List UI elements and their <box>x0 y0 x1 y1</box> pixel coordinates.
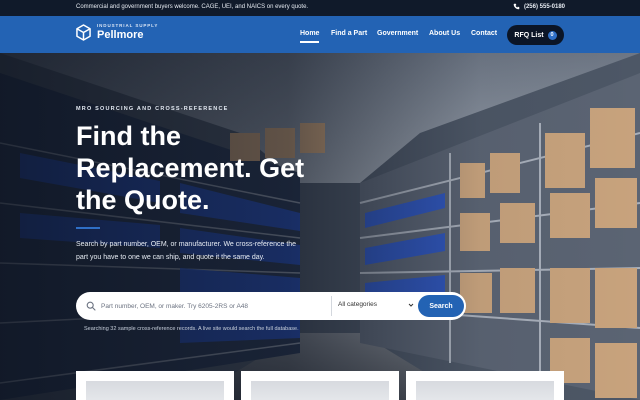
rfq-list-label: RFQ List <box>514 31 544 39</box>
product-card-image <box>416 381 554 400</box>
hero-lead: Search by part number, OEM, or manufactu… <box>76 241 297 261</box>
category-select-value: All categories <box>338 301 378 308</box>
phone-link[interactable]: (256) 555-0180 <box>513 3 565 10</box>
product-card[interactable] <box>76 371 234 400</box>
nav-government[interactable]: Government <box>377 30 418 37</box>
utility-bar: Commercial and government buyers welcome… <box>0 0 640 16</box>
product-card[interactable] <box>406 371 564 400</box>
category-select[interactable]: All categories <box>338 301 414 308</box>
search-icon <box>86 301 96 311</box>
product-cards <box>0 371 640 400</box>
hero-headline: Find the Replacement. Get the Quote. <box>76 121 305 215</box>
hero-accent-line <box>76 227 100 229</box>
rfq-count-badge: 0 <box>547 30 557 40</box>
nav-about-us[interactable]: About Us <box>429 30 460 37</box>
phone-number: (256) 555-0180 <box>523 3 565 10</box>
nav-find-a-part[interactable]: Find a Part <box>331 30 367 37</box>
cube-logo-icon <box>76 24 91 41</box>
product-card-image <box>86 381 224 400</box>
nav-contact[interactable]: Contact <box>471 30 497 37</box>
product-card[interactable] <box>241 371 399 400</box>
search-button[interactable]: Search <box>418 295 464 317</box>
utility-message: Commercial and government buyers welcome… <box>76 4 309 10</box>
search-note: Searching 32 sample cross-reference reco… <box>84 326 299 332</box>
site-header: INDUSTRIAL SUPPLY Pellmore Home Find a P… <box>0 16 640 53</box>
site-logo[interactable]: INDUSTRIAL SUPPLY Pellmore <box>76 24 158 41</box>
nav-home[interactable]: Home <box>300 30 320 43</box>
part-search-bar: All categories Search <box>76 292 466 320</box>
hero-eyebrow: MRO SOURCING AND CROSS-REFERENCE <box>76 106 229 112</box>
chevron-down-icon <box>408 303 414 307</box>
product-card-image <box>251 381 389 400</box>
search-divider <box>331 296 332 316</box>
brand-name: Pellmore <box>97 28 144 41</box>
rfq-list-button[interactable]: RFQ List 0 <box>507 25 564 45</box>
phone-icon <box>513 3 520 10</box>
part-search-input[interactable] <box>101 297 326 315</box>
hero-section: MRO SOURCING AND CROSS-REFERENCE Find th… <box>0 53 640 400</box>
